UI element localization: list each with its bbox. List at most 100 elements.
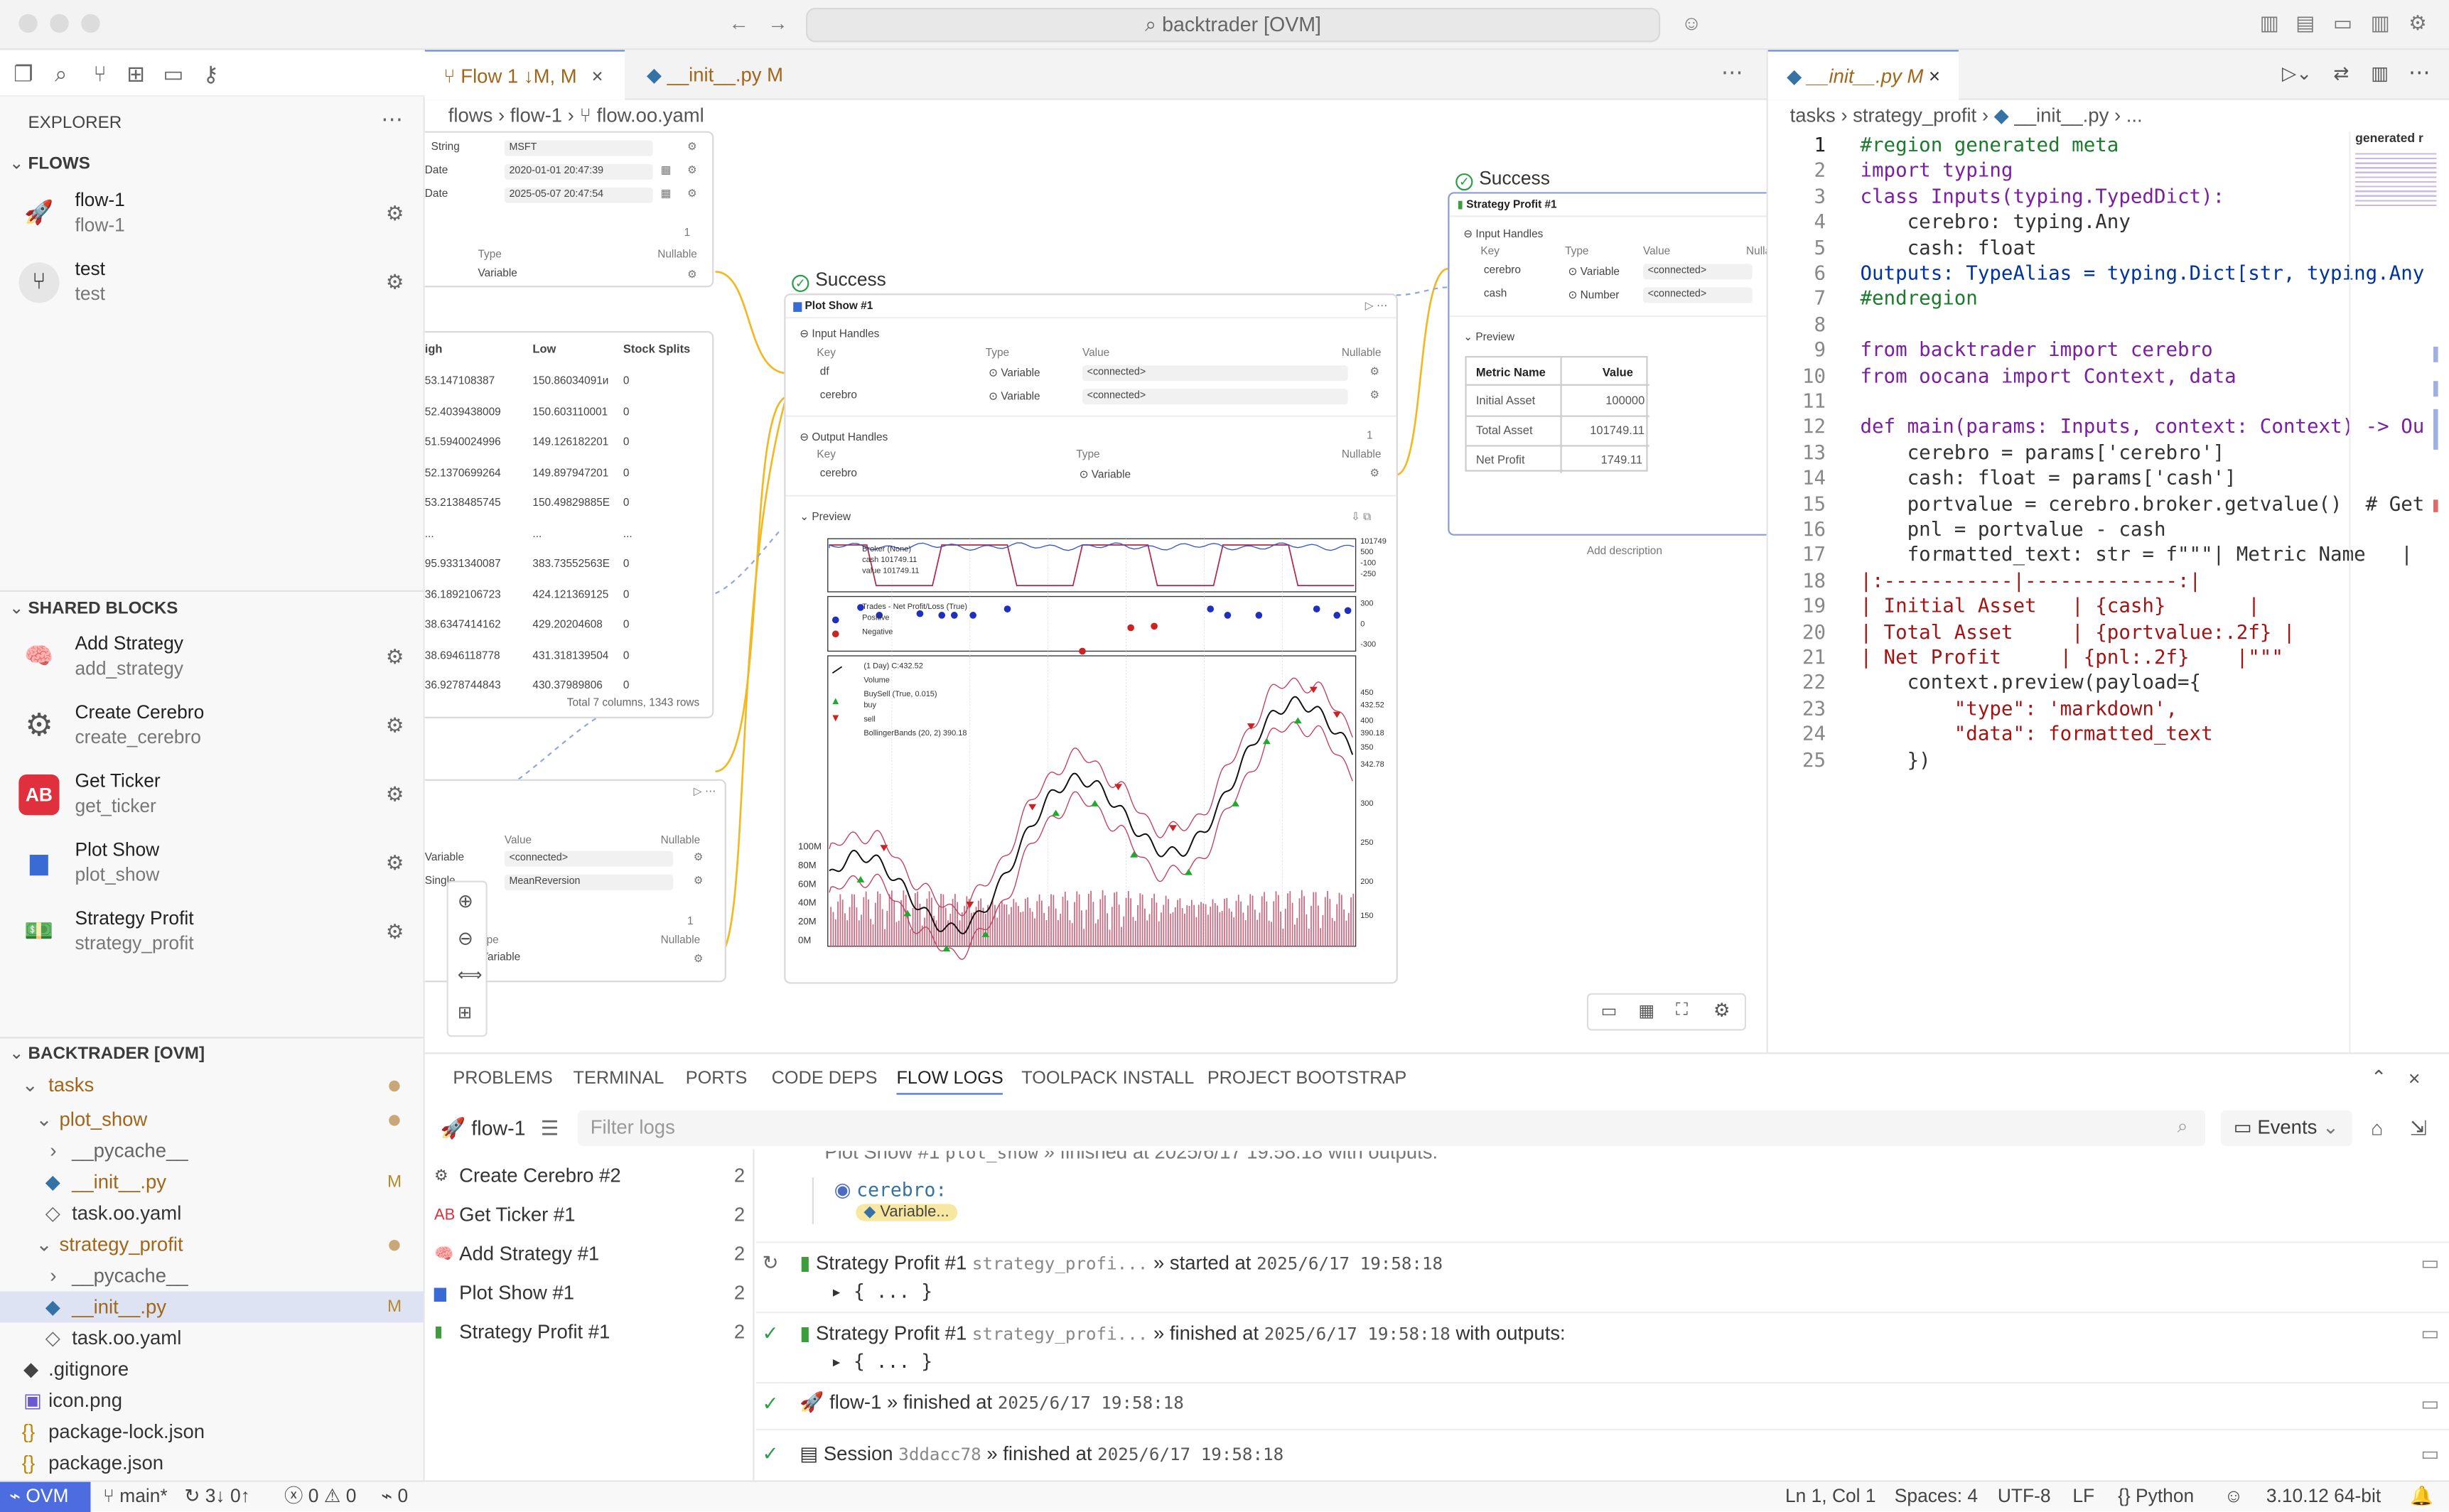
more-actions-icon[interactable]: ⋯ <box>381 106 403 132</box>
language-mode[interactable]: {} Python <box>2118 1482 2194 1512</box>
log-filter-input[interactable]: Filter logs ⌕ <box>578 1110 2206 1147</box>
panel-icon[interactable]: ▭ <box>1601 1001 1618 1021</box>
tab-flow-1[interactable]: ⑂ Flow 1 ↓M, M × <box>424 50 625 100</box>
key-icon[interactable]: ⚷ <box>197 60 225 88</box>
add-description-link[interactable]: Add description <box>1587 546 1662 557</box>
log-block-item[interactable]: ▆ Plot Show #1 2 <box>425 1274 753 1313</box>
copilot-icon[interactable]: ☺ <box>1679 11 1704 36</box>
gear-icon[interactable]: ⚙ <box>386 851 404 876</box>
log-event-plot-show[interactable]: Plot Show #1 plot_show » finished at 202… <box>756 1151 2449 1176</box>
gear-icon[interactable]: ⚙ <box>386 270 404 295</box>
toggle-secondary-sidebar-icon[interactable]: ▥ <box>2368 11 2393 36</box>
code-line[interactable]: import typing <box>1860 158 2013 182</box>
run-icon[interactable]: ▷⌄ <box>2282 63 2312 85</box>
code-line[interactable]: |:-----------|-------------:| <box>1860 568 2201 592</box>
strategy-profit-node[interactable]: ▮ Strategy Profit #1 ⊖ Input Handles Key… <box>1448 192 1767 536</box>
log-event-profit-finished[interactable]: ✓ ▮ Strategy Profit #1 strategy_profi...… <box>756 1321 2449 1352</box>
tree-folder-pycache[interactable]: › __pycache__ <box>0 1260 424 1292</box>
layout-icon[interactable]: ⊞ <box>458 1003 472 1022</box>
events-dropdown[interactable]: ▭ Events ⌄ <box>2221 1110 2352 1147</box>
block-plot-show[interactable]: ▆ Plot Show plot_show ⚙ <box>0 829 424 898</box>
maximize-window-button[interactable] <box>81 14 100 33</box>
minimap[interactable] <box>2355 149 2437 207</box>
code-line[interactable]: Outputs: TypeAlias = typing.Dict[str, ty… <box>1860 261 2424 284</box>
search-icon[interactable]: ⌕ <box>47 60 75 88</box>
get-ticker-node[interactable]: String MSFT Date 2020-01-01 20:47:39 ▦ ⚙… <box>424 131 714 288</box>
extensions-icon[interactable]: ⊞ <box>122 60 150 88</box>
shared-blocks-header[interactable]: ⌄ SHARED BLOCKS <box>0 592 424 626</box>
breadcrumb-item[interactable]: flows <box>448 104 493 126</box>
gear-icon[interactable]: ⚙ <box>386 782 404 807</box>
log-event-flow-finished[interactable]: ✓ 🚀 flow-1 » finished at 2025/6/17 19:58… <box>756 1391 2449 1422</box>
more-actions-icon[interactable]: ⋯ <box>2408 60 2431 86</box>
tree-file-task-yaml[interactable]: ◇ task.oo.yaml <box>0 1198 424 1229</box>
code-line[interactable]: | Total Asset | {portvalue:.2f} | <box>1860 620 2295 643</box>
back-arrow-icon[interactable]: ← <box>726 11 751 36</box>
code-line[interactable]: pnl = portvalue - cash <box>1860 517 2166 540</box>
tree-file-task-yaml[interactable]: ◇ task.oo.yaml <box>0 1322 424 1354</box>
breadcrumb-item[interactable]: strategy_profit <box>1853 104 1976 126</box>
breadcrumb-item[interactable]: __init__.py <box>2014 104 2109 126</box>
gear-icon[interactable]: ⚙ <box>386 919 404 944</box>
tree-folder-tasks[interactable]: ⌄ tasks <box>0 1069 424 1101</box>
maximize-panel-icon[interactable]: ⌃ <box>2371 1066 2386 1089</box>
panel-tab[interactable]: FLOW LOGS <box>896 1069 1003 1095</box>
branch-indicator[interactable]: ⑂ main* <box>103 1482 168 1512</box>
workspace-header[interactable]: ⌄ BACKTRADER [OVM] <box>0 1037 424 1071</box>
more-actions-icon[interactable]: ⋯ <box>1721 60 1743 86</box>
code-line[interactable]: }) <box>1860 747 1931 771</box>
source-control-icon[interactable]: ⑂ <box>86 60 114 88</box>
close-icon[interactable]: × <box>1929 65 1940 87</box>
gear-icon[interactable]: ⚙ <box>386 713 404 738</box>
tree-file-gitignore[interactable]: ◆ .gitignore <box>0 1354 424 1385</box>
minimize-window-button[interactable] <box>50 14 69 33</box>
tab-init-py-active[interactable]: ◆ __init__.py M × <box>1767 50 1959 100</box>
flow-item-flow-1[interactable]: 🚀 flow-1 flow-1 ⚙ <box>0 180 424 249</box>
tree-file-package-json[interactable]: {} package.json <box>0 1447 424 1479</box>
code-line[interactable]: cerebro = params['cerebro'] <box>1860 440 2225 463</box>
breadcrumb-item[interactable]: flow.oo.yaml <box>597 104 704 126</box>
log-payload-collapsed[interactable]: ▸ { ... } <box>831 1351 2449 1379</box>
code-line[interactable]: | Net Profit | {pnl:.2f} |""" <box>1860 645 2283 669</box>
block-create-cerebro[interactable]: ⚙ Create Cerebro create_cerebro ⚙ <box>0 692 424 761</box>
tree-folder-pycache[interactable]: › __pycache__ <box>0 1135 424 1167</box>
cursor-position[interactable]: Ln 1, Col 1 <box>1785 1482 1876 1512</box>
code-line[interactable]: def main(params: Inputs, context: Contex… <box>1860 414 2424 438</box>
code-line[interactable]: cash: float <box>1860 235 2037 259</box>
toggle-panel-icon[interactable]: ▭ <box>2330 11 2355 36</box>
zoom-in-icon[interactable]: ⊕ <box>458 890 473 912</box>
panel-tab[interactable]: TOOLPACK INSTALL <box>1021 1069 1194 1088</box>
indentation[interactable]: Spaces: 4 <box>1895 1482 1978 1512</box>
gear-icon[interactable]: ⚙ <box>386 645 404 670</box>
tree-file-init-py[interactable]: ◆ __init__.py M <box>0 1167 424 1198</box>
compare-icon[interactable]: ⇄ <box>2333 63 2349 85</box>
problems-indicator[interactable]: ⓧ 0 ⚠ 0 <box>284 1482 356 1512</box>
flow-item-test[interactable]: ⑂ test test ⚙ <box>0 248 424 317</box>
block-strategy-profit[interactable]: 💵 Strategy Profit strategy_profit ⚙ <box>0 898 424 967</box>
gear-icon[interactable]: ⚙ <box>1713 1000 1731 1022</box>
sync-indicator[interactable]: ↻ 3↓ 0↑ <box>184 1482 249 1512</box>
block-add-strategy[interactable]: 🧠 Add Strategy add_strategy ⚙ <box>0 623 424 692</box>
fullscreen-icon[interactable]: ⛶ <box>1676 1001 1688 1022</box>
panel-tab[interactable]: CODE DEPS <box>772 1069 878 1088</box>
download-icon[interactable]: ⇩ ⧉ <box>1351 511 1371 525</box>
plot-show-node[interactable]: ▆ Plot Show #1 ▷ ⋯ ⊖ Input Handles Key T… <box>784 293 1398 984</box>
copilot-icon[interactable]: ☺ <box>2224 1482 2244 1512</box>
panel-tab[interactable]: PROJECT BOOTSTRAP <box>1207 1069 1406 1088</box>
explorer-files-icon[interactable]: ❐ <box>9 60 38 88</box>
fit-view-icon[interactable]: ⟺ <box>458 965 483 985</box>
end-date-input[interactable]: 2025-05-07 20:47:54 <box>504 187 653 203</box>
clear-icon[interactable]: ⌂ <box>2371 1116 2383 1140</box>
breadcrumb-item[interactable]: flow-1 <box>510 104 562 126</box>
gear-icon[interactable]: ⚙ <box>386 202 404 227</box>
code-line[interactable]: from oocana import Context, data <box>1860 363 2236 387</box>
settings-gear-icon[interactable]: ⚙ <box>2405 11 2430 36</box>
remote-indicator[interactable]: ⌁ OVM <box>0 1481 91 1512</box>
panel-tab[interactable]: PROBLEMS <box>453 1069 552 1088</box>
close-icon[interactable]: × <box>592 65 603 87</box>
log-block-item[interactable]: ▮ Strategy Profit #1 2 <box>425 1313 753 1352</box>
breadcrumb-item[interactable]: ... <box>2126 104 2143 126</box>
map-icon[interactable]: ▦ <box>1638 1001 1654 1021</box>
close-window-button[interactable] <box>18 14 38 33</box>
tab-init-py[interactable]: ◆ __init__.py M <box>628 50 827 99</box>
